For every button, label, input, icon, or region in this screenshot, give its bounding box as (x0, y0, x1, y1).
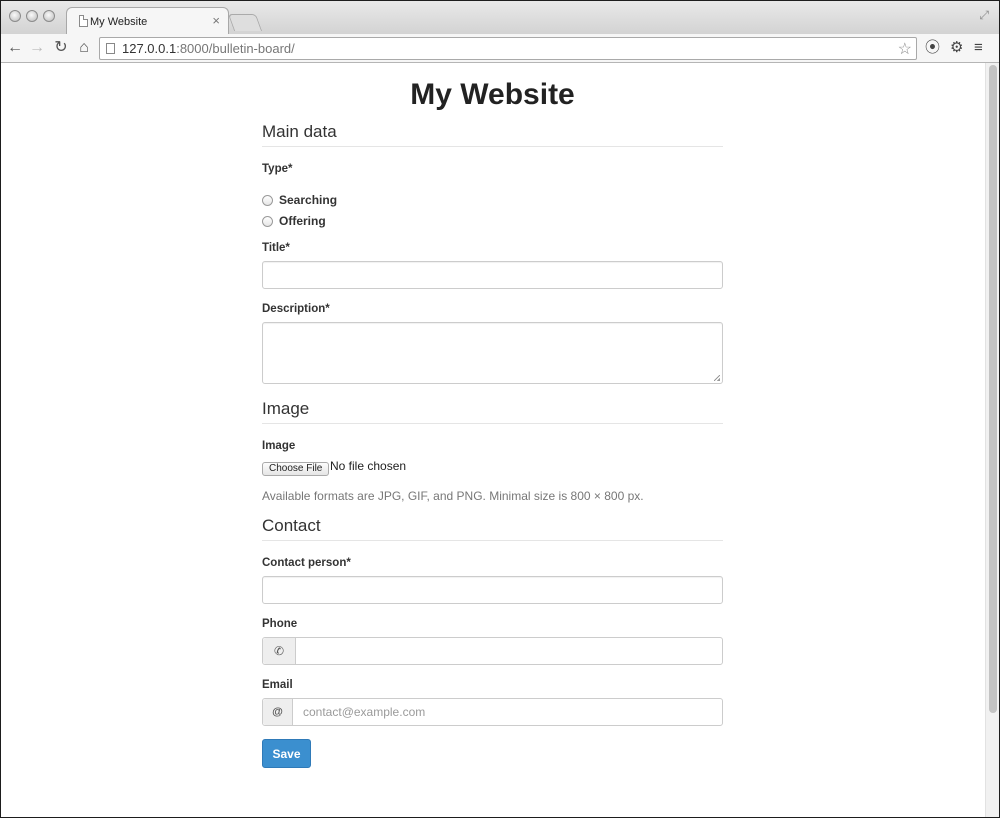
section-main-data: Main data (262, 121, 723, 147)
email-input[interactable] (293, 699, 722, 725)
scrollbar-thumb[interactable] (989, 65, 997, 713)
back-icon[interactable]: ← (5, 37, 25, 59)
resize-handle-icon[interactable] (714, 375, 720, 381)
section-image: Image (262, 398, 723, 424)
description-label: Description* (262, 303, 330, 315)
browser-toolbar: ← → ↻ ⌂ 127.0.0.1:8000/bulletin-board/ ☆… (1, 34, 999, 63)
bookmark-star-icon[interactable]: ☆ (898, 39, 912, 59)
scrollbar[interactable] (985, 63, 999, 817)
at-sign-icon: @ (263, 699, 293, 725)
home-icon[interactable]: ⌂ (74, 37, 94, 59)
contact-person-label: Contact person* (262, 557, 351, 569)
window-close-button[interactable] (9, 10, 21, 22)
section-contact: Contact (262, 515, 723, 541)
title-bar: My Website × ⤢ (1, 1, 999, 35)
radio-label-searching[interactable]: Searching (279, 193, 337, 207)
gear-icon[interactable]: ⚙ (950, 38, 963, 58)
page-viewport: My Website Main data Type* Searching Off… (1, 63, 999, 817)
radio-label-offering[interactable]: Offering (279, 214, 326, 228)
save-button[interactable]: Save (262, 739, 311, 768)
url-host: 127.0.0.1 (122, 41, 177, 56)
phone-input-group: ✆ (262, 637, 723, 665)
reload-icon[interactable]: ↻ (51, 37, 71, 59)
extension-icon[interactable]: ⦿ (925, 38, 940, 58)
fullscreen-icon[interactable]: ⤢ (979, 8, 989, 23)
tab-close-icon[interactable]: × (212, 14, 220, 28)
image-help-text: Available formats are JPG, GIF, and PNG.… (262, 489, 644, 503)
contact-person-input[interactable] (262, 576, 723, 604)
phone-icon: ✆ (263, 638, 296, 664)
forward-icon[interactable]: → (27, 37, 47, 59)
radio-offering[interactable]: Offering (262, 214, 326, 228)
address-bar[interactable]: 127.0.0.1:8000/bulletin-board/ ☆ (99, 37, 917, 60)
title-label: Title* (262, 242, 290, 254)
choose-file-button[interactable]: Choose File (262, 462, 330, 476)
file-status: No file chosen (330, 459, 407, 473)
browser-window: My Website × ⤢ ← → ↻ ⌂ 127.0.0.1:8000/bu… (1, 1, 999, 817)
type-label: Type* (262, 163, 293, 175)
window-minimize-button[interactable] (26, 10, 38, 22)
window-maximize-button[interactable] (43, 10, 55, 22)
phone-input[interactable] (296, 638, 722, 664)
radio-searching[interactable]: Searching (262, 193, 337, 207)
radio-circle[interactable] (262, 194, 273, 206)
radio-circle[interactable] (262, 215, 273, 227)
email-label: Email (262, 679, 293, 691)
menu-icon[interactable]: ≡ (974, 38, 983, 58)
page-icon (106, 43, 115, 54)
new-tab-button[interactable] (227, 14, 263, 31)
title-input[interactable] (262, 261, 723, 289)
page-icon (79, 15, 88, 27)
page-title: My Website (410, 78, 575, 111)
browser-tab[interactable]: My Website × (66, 7, 229, 35)
tab-title: My Website (90, 16, 148, 28)
image-label: Image (262, 440, 296, 452)
url-text[interactable]: 127.0.0.1:8000/bulletin-board/ (122, 41, 295, 56)
email-input-group: @ (262, 698, 723, 726)
url-path: :8000/bulletin-board/ (176, 41, 295, 56)
description-textarea[interactable] (262, 322, 723, 384)
phone-label: Phone (262, 618, 298, 630)
